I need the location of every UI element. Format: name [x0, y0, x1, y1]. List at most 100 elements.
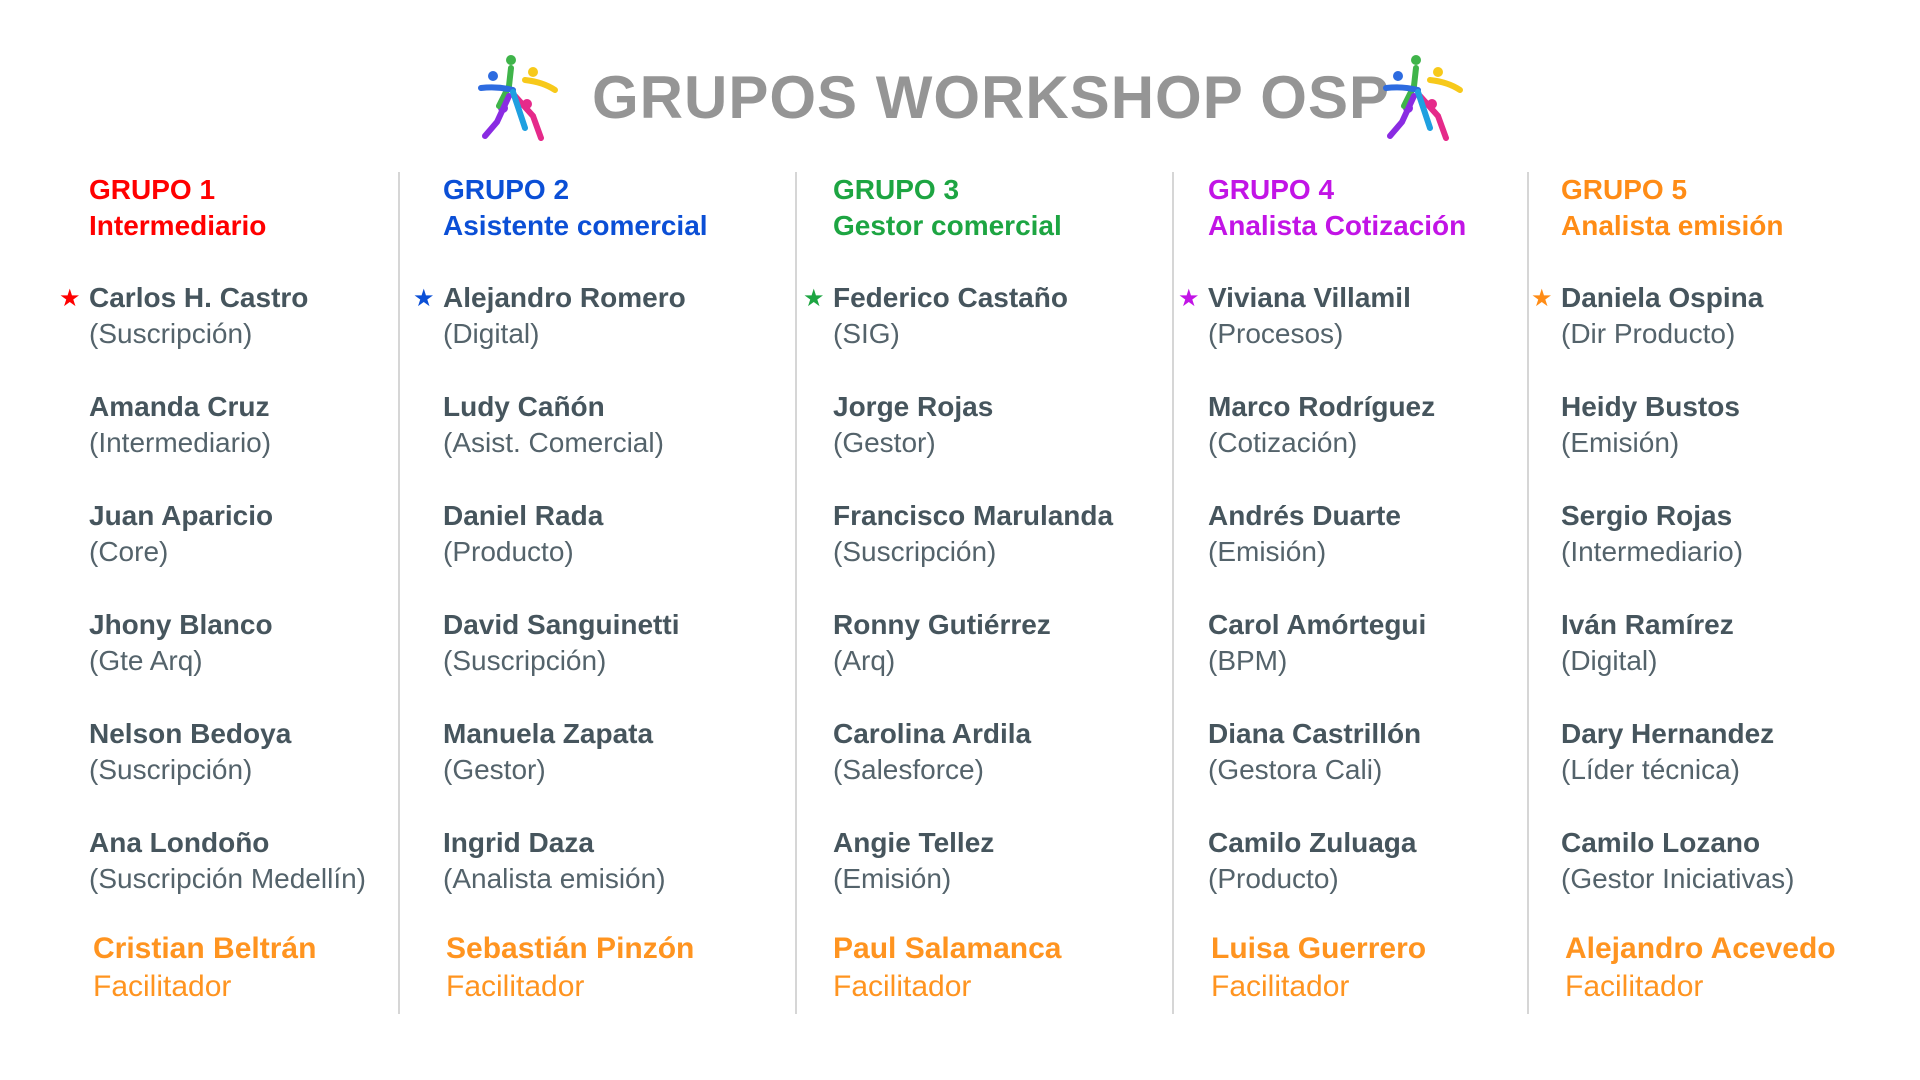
- facilitator: Sebastián Pinzón Facilitador: [446, 930, 694, 1006]
- member-name: Diana Castrillón: [1208, 718, 1422, 749]
- member-area: (Suscripción): [89, 754, 253, 785]
- member-area: (Emisión): [833, 863, 952, 894]
- facilitator-label: Facilitador: [446, 970, 585, 1003]
- member-name: Ludy Cañón: [443, 391, 605, 422]
- member: ★ Alejandro Romero (Digital): [413, 280, 783, 389]
- member-name: Ingrid Daza: [443, 827, 594, 858]
- facilitator: Luisa Guerrero Facilitador: [1211, 930, 1426, 1006]
- header: GRUPOS WORKSHOP OSP: [0, 46, 1920, 146]
- member-list: ★ Daniela Ospina (Dir Producto) Heidy Bu…: [1531, 280, 1901, 934]
- facilitator-name: Alejandro Acevedo: [1565, 932, 1836, 965]
- member-area: (Intermediario): [1561, 536, 1744, 567]
- star-icon: ★: [1531, 285, 1553, 312]
- member-name: Jorge Rojas: [833, 391, 994, 422]
- member-area: (Gestora Cali): [1208, 754, 1383, 785]
- member-list: ★ Federico Castaño (SIG) Jorge Rojas (Ge…: [803, 280, 1173, 934]
- member-area: (Procesos): [1208, 318, 1344, 349]
- page-title: GRUPOS WORKSHOP OSP: [592, 64, 1391, 131]
- member: Daniel Rada (Producto): [443, 498, 783, 607]
- member: Jhony Blanco (Gte Arq): [89, 607, 429, 716]
- facilitator-name: Sebastián Pinzón: [446, 932, 695, 965]
- group-number: GRUPO 1: [89, 174, 216, 205]
- member-name: Camilo Zuluaga: [1208, 827, 1417, 858]
- member-name: Alejandro Romero: [443, 282, 686, 313]
- member-area: (Cotización): [1208, 427, 1358, 458]
- member-area: (Analista emisión): [443, 863, 666, 894]
- member-name: Daniela Ospina: [1561, 282, 1764, 313]
- member-area: (Salesforce): [833, 754, 984, 785]
- group-number: GRUPO 3: [833, 174, 960, 205]
- group-role: Analista emisión: [1561, 210, 1784, 241]
- member-area: (Suscripción): [89, 318, 253, 349]
- group-role: Asistente comercial: [443, 210, 708, 241]
- member: Jorge Rojas (Gestor): [833, 389, 1173, 498]
- member: Nelson Bedoya (Suscripción): [89, 716, 429, 825]
- member: Heidy Bustos (Emisión): [1561, 389, 1901, 498]
- member-name: Angie Tellez: [833, 827, 995, 858]
- member-area: (Emisión): [1561, 427, 1680, 458]
- facilitator: Paul Salamanca Facilitador: [833, 930, 1061, 1006]
- member-area: (SIG): [833, 318, 900, 349]
- facilitator-name: Luisa Guerrero: [1211, 932, 1427, 965]
- member: Andrés Duarte (Emisión): [1208, 498, 1548, 607]
- member: Francisco Marulanda (Suscripción): [833, 498, 1173, 607]
- member: Manuela Zapata (Gestor): [443, 716, 783, 825]
- member: Diana Castrillón (Gestora Cali): [1208, 716, 1548, 825]
- member: Dary Hernandez (Líder técnica): [1561, 716, 1901, 825]
- column-divider: [795, 172, 797, 1014]
- member-name: Ana Londoño: [89, 827, 270, 858]
- member-name: Carol Amórtegui: [1208, 609, 1427, 640]
- group-column: GRUPO 3 Gestor comercial ★ Federico Cast…: [803, 172, 1113, 1003]
- member-name: Federico Castaño: [833, 282, 1068, 313]
- facilitator-label: Facilitador: [1211, 970, 1350, 1003]
- member-list: ★ Carlos H. Castro (Suscripción) Amanda …: [59, 280, 429, 934]
- facilitator-name: Cristian Beltrán: [93, 932, 317, 965]
- member-area: (Arq): [833, 645, 896, 676]
- member-name: Ronny Gutiérrez: [833, 609, 1051, 640]
- member-area: (Digital): [443, 318, 540, 349]
- member-name: Carlos H. Castro: [89, 282, 309, 313]
- member: Ana Londoño (Suscripción Medellín): [89, 825, 429, 934]
- group-role: Intermediario: [89, 210, 267, 241]
- member-area: (Producto): [443, 536, 574, 567]
- member-name: Marco Rodríguez: [1208, 391, 1436, 422]
- member-area: (Intermediario): [89, 427, 272, 458]
- member: Camilo Zuluaga (Producto): [1208, 825, 1548, 934]
- member-area: (Gestor Iniciativas): [1561, 863, 1795, 894]
- facilitator-name: Paul Salamanca: [833, 932, 1062, 965]
- member-name: Sergio Rojas: [1561, 500, 1733, 531]
- member-area: (Suscripción): [833, 536, 997, 567]
- member-name: Dary Hernandez: [1561, 718, 1775, 749]
- group-column: GRUPO 5 Analista emisión ★ Daniela Ospin…: [1531, 172, 1836, 1003]
- member: David Sanguinetti (Suscripción): [443, 607, 783, 716]
- star-people-icon: [478, 55, 558, 141]
- star-icon: ★: [413, 285, 435, 312]
- member: Iván Ramírez (Digital): [1561, 607, 1901, 716]
- star-icon: ★: [59, 285, 81, 312]
- member: Camilo Lozano (Gestor Iniciativas): [1561, 825, 1901, 934]
- group-role: Gestor comercial: [833, 210, 1062, 241]
- member-area: (Gte Arq): [89, 645, 203, 676]
- member: Carolina Ardila (Salesforce): [833, 716, 1173, 825]
- facilitator: Alejandro Acevedo Facilitador: [1565, 930, 1836, 1006]
- member-name: Viviana Villamil: [1208, 282, 1411, 313]
- member: Carol Amórtegui (BPM): [1208, 607, 1548, 716]
- member-area: (Producto): [1208, 863, 1339, 894]
- member: Amanda Cruz (Intermediario): [89, 389, 429, 498]
- member-area: (BPM): [1208, 645, 1288, 676]
- group-number: GRUPO 2: [443, 174, 570, 205]
- member-name: Jhony Blanco: [89, 609, 273, 640]
- member-area: (Gestor): [833, 427, 936, 458]
- member-name: Carolina Ardila: [833, 718, 1032, 749]
- member: ★ Carlos H. Castro (Suscripción): [59, 280, 429, 389]
- member-area: (Core): [89, 536, 169, 567]
- member-area: (Líder técnica): [1561, 754, 1740, 785]
- member: Ludy Cañón (Asist. Comercial): [443, 389, 783, 498]
- member: Angie Tellez (Emisión): [833, 825, 1173, 934]
- star-people-icon: [1383, 55, 1463, 141]
- facilitator-label: Facilitador: [1565, 970, 1704, 1003]
- member: Ronny Gutiérrez (Arq): [833, 607, 1173, 716]
- star-icon: ★: [803, 285, 825, 312]
- member-area: (Emisión): [1208, 536, 1327, 567]
- member-name: Manuela Zapata: [443, 718, 654, 749]
